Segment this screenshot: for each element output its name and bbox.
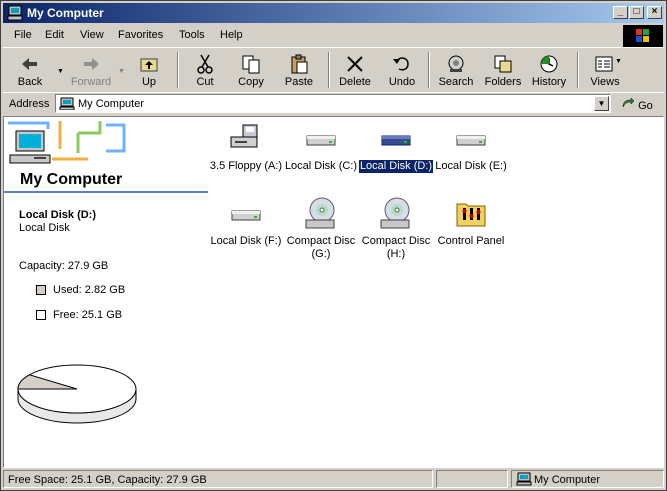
disk-usage-pie [17, 364, 137, 424]
my-computer-icon [516, 472, 532, 486]
web-view-pane: My Computer Local Disk (D:) Local Disk C… [4, 117, 210, 467]
free-swatch [36, 310, 46, 320]
hard-disk-icon [381, 135, 411, 146]
menu-help[interactable]: Help [220, 29, 243, 41]
banner-decoration [8, 121, 126, 164]
forward-button[interactable]: Forward [67, 50, 115, 90]
address-field[interactable]: My Computer ▼ [55, 94, 611, 113]
status-blank [436, 470, 508, 488]
item-local-disk-f[interactable]: Local Disk (F:) [208, 196, 284, 248]
minimize-button[interactable]: _ [613, 6, 628, 19]
status-info: Free Space: 25.1 GB, Capacity: 27.9 GB [3, 470, 433, 488]
up-folder-icon [140, 58, 158, 72]
item-local-disk-c[interactable]: Local Disk (C:) [283, 121, 359, 173]
close-button[interactable]: × [647, 6, 662, 19]
address-label: Address [9, 98, 50, 110]
history-clock-icon [540, 55, 558, 73]
address-bar: Address My Computer ▼ Go [3, 92, 664, 115]
back-button[interactable]: Back [7, 50, 53, 90]
menu-edit[interactable]: Edit [45, 29, 64, 41]
toolbar-separator [328, 52, 330, 88]
views-button[interactable]: Views [585, 50, 625, 90]
pane-title: My Computer [20, 171, 123, 188]
toolbar-separator [428, 52, 430, 88]
my-computer-icon [59, 97, 75, 110]
toolbar-separator [177, 52, 179, 88]
undo-icon [393, 57, 409, 71]
clipboard-icon [291, 54, 308, 74]
delete-button[interactable]: Delete [334, 50, 376, 90]
back-dropdown-icon[interactable]: ▼ [57, 68, 64, 75]
up-button[interactable]: Up [129, 50, 169, 90]
used-swatch [36, 285, 46, 295]
status-bar: Free Space: 25.1 GB, Capacity: 27.9 GB M… [3, 469, 664, 489]
menu-bar: File Edit View Favorites Tools Help [3, 25, 664, 45]
control-panel-icon [456, 203, 486, 227]
address-dropdown-button[interactable]: ▼ [594, 96, 609, 111]
item-floppy-a[interactable]: 3.5 Floppy (A:) [208, 121, 284, 173]
forward-arrow-icon [84, 58, 99, 70]
paste-button[interactable]: Paste [278, 50, 320, 90]
my-computer-icon [7, 5, 23, 21]
menu-tools[interactable]: Tools [179, 29, 205, 41]
status-zone: My Computer [511, 470, 664, 488]
scissors-icon [197, 54, 213, 74]
folders-button[interactable]: Folders [481, 50, 525, 90]
item-list: 3.5 Floppy (A:) Local Disk (C:) Local Di… [210, 117, 663, 467]
search-icon [448, 55, 464, 72]
cut-button[interactable]: Cut [185, 50, 225, 90]
hard-disk-icon [306, 135, 336, 146]
hard-disk-icon [231, 210, 261, 221]
cd-drive-icon [380, 197, 410, 229]
item-local-disk-d[interactable]: Local Disk (D:) [357, 121, 435, 174]
item-compact-disc-h[interactable]: Compact Disc (H:) [358, 196, 434, 261]
go-arrow-icon [622, 97, 635, 108]
address-value[interactable]: My Computer [78, 98, 144, 110]
title-bar[interactable]: My Computer _ □ × [3, 3, 664, 23]
search-button[interactable]: Search [435, 50, 477, 90]
delete-x-icon [347, 56, 363, 72]
explorer-window: My Computer _ □ × File Edit View Favorit… [0, 0, 667, 491]
copy-icon [242, 55, 260, 74]
used-text: Used: 2.82 GB [53, 284, 126, 296]
selected-item-type: Local Disk [19, 222, 70, 234]
floppy-drive-icon [230, 124, 258, 148]
menu-view[interactable]: View [80, 29, 104, 41]
windows-logo [623, 25, 663, 47]
item-control-panel[interactable]: Control Panel [433, 196, 509, 248]
capacity-text: Capacity: 27.9 GB [19, 260, 109, 272]
copy-button[interactable]: Copy [231, 50, 271, 90]
standard-toolbar: Back ▼ Forward ▼ Up Cut Copy Paste Delet… [3, 47, 664, 93]
forward-dropdown-icon[interactable]: ▼ [118, 68, 125, 75]
free-text: Free: 25.1 GB [53, 309, 123, 321]
menu-file[interactable]: File [14, 29, 32, 41]
maximize-button[interactable]: □ [629, 6, 644, 19]
views-icon [595, 56, 613, 72]
toolbar-separator [577, 52, 579, 88]
selected-item-name: Local Disk (D:) [19, 209, 97, 221]
go-button[interactable]: Go [621, 97, 653, 112]
undo-button[interactable]: Undo [382, 50, 422, 90]
content-area: My Computer Local Disk (D:) Local Disk C… [3, 116, 664, 468]
history-button[interactable]: History [529, 50, 569, 90]
item-compact-disc-g[interactable]: Compact Disc (G:) [283, 196, 359, 261]
cd-drive-icon [305, 197, 335, 229]
item-local-disk-e[interactable]: Local Disk (E:) [433, 121, 509, 173]
views-dropdown-icon[interactable]: ▼ [615, 58, 622, 65]
pane-divider [4, 191, 208, 193]
hard-disk-icon [456, 135, 486, 146]
window-title: My Computer [27, 6, 104, 20]
folders-icon [494, 55, 512, 73]
menu-favorites[interactable]: Favorites [118, 29, 163, 41]
back-arrow-icon [22, 58, 37, 70]
